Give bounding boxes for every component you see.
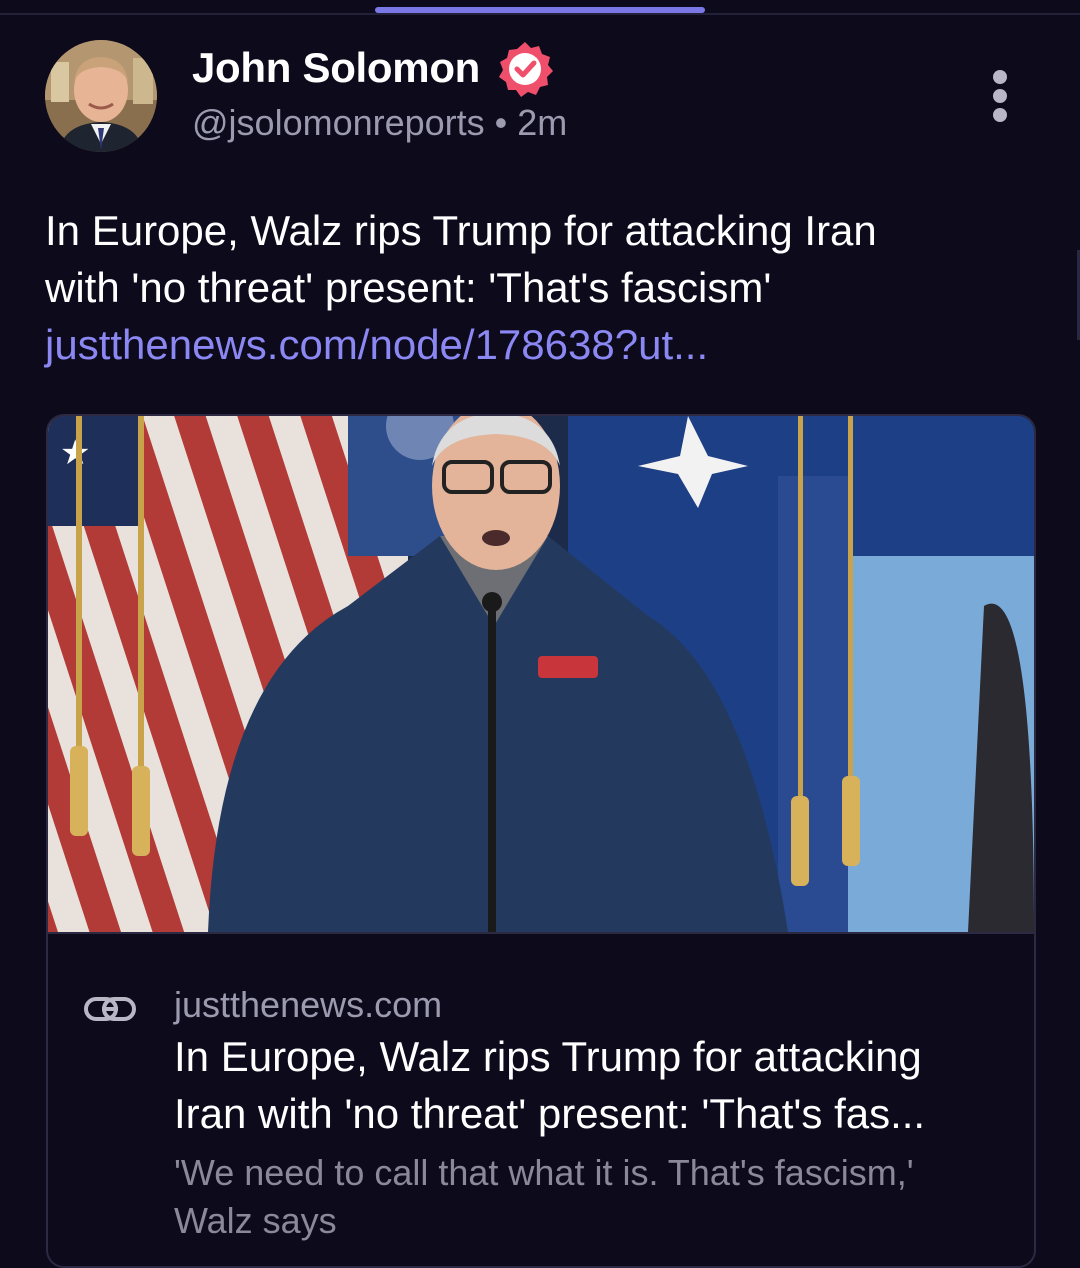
post-text-line: In Europe, Walz rips Trump for attacking… <box>45 207 877 254</box>
post-screen: John Solomon @jsolomonreports • 2m In Euro… <box>0 0 1080 1268</box>
author-handle[interactable]: @jsolomonreports <box>192 102 485 143</box>
top-divider <box>0 13 1080 15</box>
chain-link-icon <box>84 989 136 1029</box>
card-footer[interactable]: justthenews.com In Europe, Walz rips Tru… <box>48 932 1034 1266</box>
post-link[interactable]: justthenews.com/node/178638?ut... <box>45 316 708 373</box>
card-image[interactable]: ★ <box>48 416 1034 932</box>
avatar[interactable] <box>45 40 157 152</box>
card-description-line: Walz says <box>174 1200 337 1241</box>
card-domain: justthenews.com <box>174 984 443 1025</box>
more-options-button[interactable] <box>982 70 1018 122</box>
dot-icon <box>993 70 1007 84</box>
post-timestamp[interactable]: 2m <box>517 102 567 143</box>
news-photo: ★ <box>48 416 1034 932</box>
author-display-name[interactable]: John Solomon <box>192 44 480 92</box>
card-title: In Europe, Walz rips Trump for attacking… <box>174 1028 925 1142</box>
link-preview-card[interactable]: ★ justthenews.com In Europe, Walz rips T… <box>46 414 1036 1268</box>
post-text-line: with 'no threat' present: 'That's fascis… <box>45 264 772 311</box>
author-meta: @jsolomonreports • 2m <box>192 102 567 144</box>
svg-text:★: ★ <box>60 433 90 473</box>
post-text: In Europe, Walz rips Trump for attacking… <box>45 202 1045 316</box>
card-description: 'We need to call that what it is. That's… <box>174 1149 914 1245</box>
meta-separator: • <box>494 102 508 143</box>
avatar-photo <box>45 40 157 152</box>
dot-icon <box>993 108 1007 122</box>
card-title-line: In Europe, Walz rips Trump for attacking <box>174 1033 922 1080</box>
card-description-line: 'We need to call that what it is. That's… <box>174 1152 914 1193</box>
dot-icon <box>993 89 1007 103</box>
card-title-line: Iran with 'no threat' present: 'That's f… <box>174 1090 926 1137</box>
scroll-indicator <box>375 7 705 13</box>
verified-badge-icon <box>496 40 554 98</box>
